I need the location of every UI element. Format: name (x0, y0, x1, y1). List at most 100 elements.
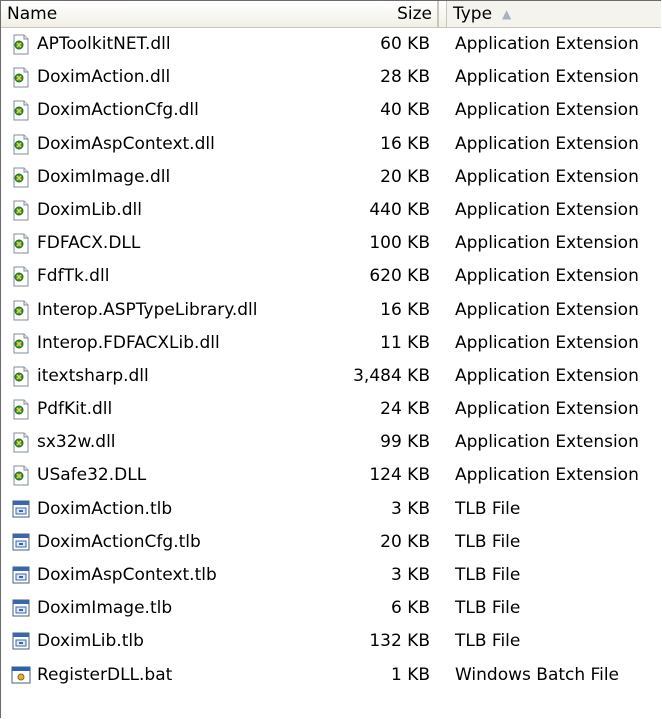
file-type: Windows Batch File (455, 664, 620, 685)
tlb-icon (11, 598, 31, 619)
tlb-icon (11, 532, 31, 553)
bat-icon (11, 665, 31, 686)
file-name-cell: Interop.ASPTypeLibrary.dll (11, 294, 258, 327)
file-row[interactable]: DoximLib.tlb 132 KB TLB File (1, 625, 661, 658)
file-row[interactable]: DoximLib.dll 440 KB Application Extension (1, 194, 661, 227)
file-size: 1 KB (390, 664, 430, 685)
file-row[interactable]: APToolkitNET.dll 60 KB Application Extensi… (1, 28, 661, 61)
file-row[interactable]: DoximActionCfg.dll 40 KB Application Exten… (1, 94, 661, 127)
file-size: 132 KB (369, 631, 430, 652)
file-name-cell: DoximLib.tlb (11, 625, 144, 658)
column-header-type[interactable]: Type ▲ (446, 1, 661, 27)
file-name: DoximImage.tlb (37, 598, 173, 619)
file-row[interactable]: Interop.FDFACXLib.dll 11 KB Application Ex… (1, 327, 661, 360)
file-list-view: Name Size Type ▲ APToolkitNET.dll 60 KB App… (0, 0, 661, 718)
file-type: Application Extension (455, 199, 639, 220)
tlb-icon (11, 499, 31, 520)
file-name-cell: DoximLib.dll (11, 194, 142, 227)
file-type: TLB File (455, 531, 521, 552)
file-row[interactable]: DoximAspContext.tlb 3 KB TLB File (1, 559, 661, 592)
file-row[interactable]: PdfKit.dll 24 KB Application Extension (1, 393, 661, 426)
dll-icon (11, 300, 31, 321)
file-name-cell: FDFACX.DLL (11, 227, 140, 260)
file-type: Application Extension (455, 465, 639, 486)
file-row[interactable]: DoximActionCfg.tlb 20 KB TLB File (1, 526, 661, 559)
file-name: APToolkitNET.dll (37, 34, 171, 54)
file-type: Application Extension (455, 399, 639, 420)
file-name-cell: itextsharp.dll (11, 360, 149, 393)
dll-icon (11, 100, 31, 121)
file-name-cell: DoximActionCfg.tlb (11, 526, 201, 559)
file-name: DoximLib.dll (37, 199, 142, 220)
column-header-size[interactable]: Size (331, 1, 438, 27)
file-name: sx32w.dll (37, 432, 116, 453)
file-name: DoximAspContext.tlb (37, 565, 217, 585)
file-name-cell: APToolkitNET.dll (11, 28, 171, 61)
dll-icon (11, 67, 31, 88)
file-size: 11 KB (380, 332, 430, 353)
dll-icon (11, 432, 31, 453)
file-name-cell: PdfKit.dll (11, 393, 112, 426)
file-name-cell: DoximAspContext.tlb (11, 559, 217, 592)
file-type: Application Extension (455, 365, 639, 386)
file-name-cell: USafe32.DLL (11, 459, 146, 492)
file-size: 20 KB (380, 531, 430, 552)
file-size: 20 KB (380, 166, 430, 187)
file-size: 440 KB (369, 199, 430, 220)
file-size: 99 KB (380, 432, 430, 453)
dll-icon (11, 333, 31, 354)
file-size: 60 KB (380, 34, 430, 54)
file-size: 28 KB (380, 67, 430, 88)
dll-icon (11, 167, 31, 188)
column-header-bar: Name Size Type ▲ (1, 1, 661, 28)
file-type: Application Extension (455, 266, 639, 287)
file-type: TLB File (455, 598, 521, 619)
file-size: 100 KB (369, 233, 430, 254)
file-row[interactable]: USafe32.DLL 124 KB Application Extension (1, 459, 661, 492)
file-name-cell: sx32w.dll (11, 426, 116, 459)
file-name: RegisterDLL.bat (37, 664, 173, 685)
file-name-cell: RegisterDLL.bat (11, 659, 172, 692)
file-name-cell: FdfTk.dll (11, 260, 109, 293)
file-type: Application Extension (455, 432, 639, 453)
file-size: 16 KB (380, 299, 430, 320)
dll-icon (11, 34, 31, 55)
file-size: 24 KB (380, 399, 430, 420)
file-name: DoximAction.tlb (37, 498, 173, 519)
file-row[interactable]: DoximAspContext.dll 16 KB Application Exte… (1, 128, 661, 161)
file-row[interactable]: Interop.ASPTypeLibrary.dll 16 KB Applicati… (1, 294, 661, 327)
file-size: 16 KB (380, 133, 430, 154)
file-type: Application Extension (455, 233, 639, 254)
file-type: Application Extension (455, 299, 639, 320)
file-type: Application Extension (455, 34, 639, 54)
file-row[interactable]: sx32w.dll 99 KB Application Extension (1, 426, 661, 459)
file-name-cell: Interop.FDFACXLib.dll (11, 327, 220, 360)
file-name: PdfKit.dll (37, 399, 113, 420)
column-divider[interactable] (438, 1, 439, 27)
file-type: Application Extension (455, 166, 639, 187)
file-row[interactable]: DoximImage.dll 20 KB Application Extension (1, 161, 661, 194)
dll-icon (11, 366, 31, 387)
file-type: TLB File (455, 565, 521, 585)
file-row[interactable]: FDFACX.DLL 100 KB Application Extension (1, 227, 661, 260)
file-rows: APToolkitNET.dll 60 KB Application Extensi… (1, 28, 661, 692)
column-header-name-label: Name (7, 4, 58, 24)
file-row[interactable]: DoximAction.dll 28 KB Application Extensio… (1, 61, 661, 94)
dll-icon (11, 134, 31, 155)
file-name-cell: DoximActionCfg.dll (11, 94, 199, 127)
file-type: Application Extension (455, 67, 639, 88)
file-size: 40 KB (380, 100, 430, 121)
file-size: 3 KB (390, 565, 430, 585)
file-type: Application Extension (455, 133, 639, 154)
file-name-cell: DoximImage.dll (11, 161, 170, 194)
file-name: USafe32.DLL (37, 465, 147, 486)
dll-icon (11, 465, 31, 486)
file-row[interactable]: FdfTk.dll 620 KB Application Extension (1, 260, 661, 293)
file-row[interactable]: DoximImage.tlb 6 KB TLB File (1, 592, 661, 625)
sort-up-arrow-icon: ▲ (502, 7, 512, 21)
file-row[interactable]: itextsharp.dll 3,484 KB Application Extens… (1, 360, 661, 393)
file-name: DoximLib.tlb (37, 631, 144, 652)
file-row[interactable]: RegisterDLL.bat 1 KB Windows Batch File (1, 659, 661, 692)
file-name: DoximAspContext.dll (37, 133, 215, 154)
file-row[interactable]: DoximAction.tlb 3 KB TLB File (1, 493, 661, 526)
